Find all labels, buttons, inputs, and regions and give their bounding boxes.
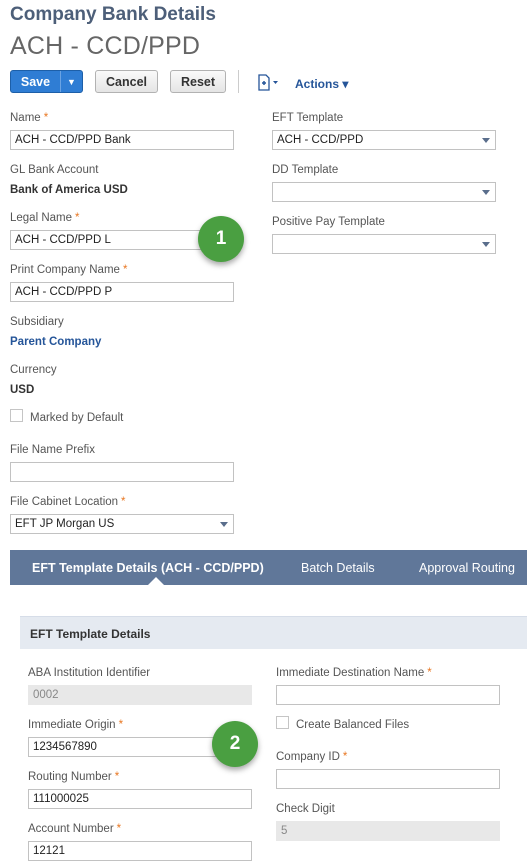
subsidiary-label: Subsidiary [10,316,64,328]
marked-by-default-checkbox[interactable] [10,409,23,422]
file-name-prefix-field[interactable] [10,462,234,482]
page-title: Company Bank Details [10,4,216,25]
marked-by-default-label: Marked by Default [30,412,124,424]
dropdown-arrow-icon[interactable] [482,138,490,143]
record-title: ACH - CCD/PPD [10,32,201,60]
save-button[interactable]: Save ▼ [10,70,83,93]
document-plus-icon[interactable] [256,74,280,92]
legal-name-label: Legal Name * [10,212,80,224]
gl-bank-account-label: GL Bank Account [10,164,99,176]
subtab-bar: EFT Template Details (ACH - CCD/PPD) Bat… [10,550,527,585]
actions-chevron-icon[interactable]: ▾ [342,77,348,91]
currency-label: Currency [10,364,57,376]
dd-template-label: DD Template [272,164,339,176]
required-marker: * [116,823,122,835]
toolbar-divider [238,70,239,93]
save-menu-chevron-icon[interactable]: ▼ [60,71,82,92]
dd-template-select[interactable] [272,182,496,202]
tab-batch-details[interactable]: Batch Details [301,550,375,585]
active-tab-indicator [148,577,164,585]
dropdown-arrow-icon[interactable] [482,190,490,195]
reset-button[interactable]: Reset [170,70,226,93]
eft-template-select[interactable]: ACH - CCD/PPD [272,130,496,150]
required-marker: * [43,112,49,124]
check-digit-field: 5 [276,821,500,841]
callout-badge-2: 2 [212,721,258,767]
name-label: Name * [10,112,49,124]
callout-badge-1: 1 [198,216,244,262]
actions-menu-label[interactable]: Actions [295,77,339,91]
create-balanced-files-checkbox[interactable] [276,716,289,729]
gl-bank-account-value: Bank of America USD [10,184,128,196]
aba-institution-identifier-label: ABA Institution Identifier [28,667,151,679]
routing-number-field[interactable]: 111000025 [28,789,252,809]
immediate-destination-name-field[interactable] [276,685,500,705]
eft-template-label: EFT Template [272,112,344,124]
required-marker: * [122,264,128,276]
tab-approval-routing[interactable]: Approval Routing [419,550,515,585]
cancel-button[interactable]: Cancel [95,70,158,93]
subsection-title: EFT Template Details [30,627,151,641]
name-field[interactable]: ACH - CCD/PPD Bank [10,130,234,150]
file-name-prefix-label: File Name Prefix [10,444,95,456]
currency-value: USD [10,384,35,396]
print-company-name-field[interactable]: ACH - CCD/PPD P [10,282,234,302]
company-id-field[interactable] [276,769,500,789]
required-marker: * [114,771,120,783]
eft-template-details-header: EFT Template Details [20,616,527,649]
create-balanced-files-label: Create Balanced Files [296,719,410,731]
routing-number-label: Routing Number * [28,771,120,783]
required-marker: * [118,719,124,731]
required-marker: * [121,496,126,508]
file-cabinet-location-label: File Cabinet Location * [10,496,126,508]
required-marker: * [427,667,432,679]
account-number-label: Account Number * [28,823,122,835]
file-cabinet-location-select[interactable]: EFT JP Morgan US [10,514,234,534]
required-marker: * [75,212,80,224]
positive-pay-template-label: Positive Pay Template [272,216,385,228]
subsidiary-link[interactable]: Parent Company [10,336,101,348]
aba-institution-identifier-field: 0002 [28,685,252,705]
dropdown-arrow-icon[interactable] [220,522,228,527]
actions-menu[interactable]: Actions ▾ [295,77,348,91]
immediate-origin-label: Immediate Origin * [28,719,124,731]
eft-template-value: ACH - CCD/PPD [277,134,364,146]
immediate-destination-name-label: Immediate Destination Name * [276,667,432,679]
positive-pay-template-select[interactable] [272,234,496,254]
dropdown-arrow-icon[interactable] [482,242,490,247]
required-marker: * [342,751,348,763]
check-digit-label: Check Digit [276,803,335,815]
company-id-label: Company ID * [276,751,348,763]
account-number-field[interactable]: 12121 [28,841,252,861]
file-cabinet-location-value: EFT JP Morgan US [15,518,115,530]
print-company-name-label: Print Company Name * [10,264,128,276]
save-button-label[interactable]: Save [21,75,50,89]
